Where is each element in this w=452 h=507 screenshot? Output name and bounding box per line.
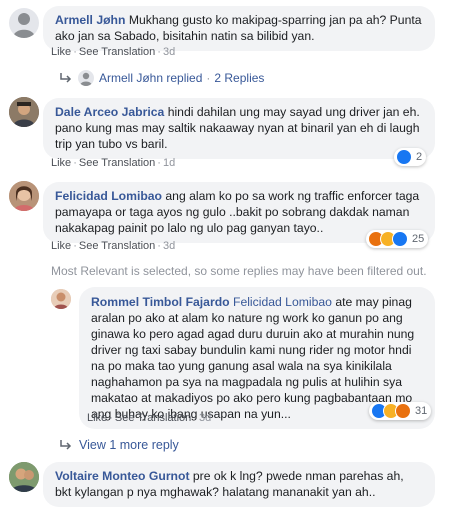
like-link[interactable]: Like xyxy=(87,412,107,424)
avatar-voltaire[interactable] xyxy=(9,462,39,492)
comment-actions: Like · See Translation · 3d xyxy=(51,240,176,252)
timestamp[interactable]: 1d xyxy=(163,157,175,169)
filter-note: Most Relevant is selected, so some repli… xyxy=(51,264,427,278)
profile-photo xyxy=(51,289,71,309)
avatar-armell[interactable] xyxy=(9,8,39,38)
timestamp[interactable]: 3d xyxy=(163,46,175,58)
like-reaction-icon xyxy=(392,231,408,247)
timestamp[interactable]: 3d xyxy=(163,240,175,252)
reply-actions: Like · See Translation · 3d xyxy=(87,412,212,424)
see-translation-link[interactable]: See Translation xyxy=(79,46,155,58)
comment-actions: Like · See Translation · 3d xyxy=(51,46,176,58)
reply-author[interactable]: Rommel Timbol Fajardo xyxy=(91,295,230,309)
comment-bubble: Voltaire Monteo Gurnot pre ok k lng? pwe… xyxy=(43,462,435,507)
see-translation-link[interactable]: See Translation xyxy=(79,240,155,252)
reply-mention[interactable]: Felicidad Lomibao xyxy=(233,295,332,309)
angry-reaction-icon xyxy=(395,403,411,419)
person-icon xyxy=(80,72,92,86)
reply-arrow-icon xyxy=(60,73,72,83)
comment-bubble: Dale Arceo Jabrica hindi dahilan ung may… xyxy=(43,98,435,159)
comment-author[interactable]: Armell Jøhn xyxy=(55,13,125,27)
avatar-armell-small xyxy=(78,70,94,86)
avatar-felicidad[interactable] xyxy=(9,181,39,211)
reaction-count: 31 xyxy=(415,405,428,417)
view-more-label[interactable]: View 1 more reply xyxy=(79,437,179,453)
replies-author[interactable]: Armell Jøhn replied xyxy=(99,70,202,86)
profile-photo xyxy=(9,462,39,492)
reaction-summary[interactable]: 25 xyxy=(366,230,429,248)
avatar-dale[interactable] xyxy=(9,97,39,127)
reply-text: ate may pinag aralan po ako at alam ko n… xyxy=(91,295,415,421)
like-link[interactable]: Like xyxy=(51,240,71,252)
timestamp[interactable]: 3d xyxy=(199,412,211,424)
see-translation-link[interactable]: See Translation xyxy=(115,412,191,424)
reaction-count: 2 xyxy=(416,151,423,163)
replies-count[interactable]: 2 Replies xyxy=(214,70,264,86)
comment-author[interactable]: Dale Arceo Jabrica xyxy=(55,105,164,119)
like-reaction-icon xyxy=(396,149,412,165)
view-more-replies[interactable]: View 1 more reply xyxy=(58,437,179,453)
comment-actions: Like · See Translation · 1d xyxy=(51,157,176,169)
replies-summary[interactable]: Armell Jøhn replied · 2 Replies xyxy=(58,70,264,86)
avatar-rommel[interactable] xyxy=(51,289,71,309)
like-link[interactable]: Like xyxy=(51,46,71,58)
reaction-count: 25 xyxy=(412,233,425,245)
comment-author[interactable]: Voltaire Monteo Gurnot xyxy=(55,469,190,483)
reaction-summary[interactable]: 31 xyxy=(369,402,432,420)
profile-photo xyxy=(9,181,39,211)
profile-photo xyxy=(9,97,39,127)
like-link[interactable]: Like xyxy=(51,157,71,169)
comment-author[interactable]: Felicidad Lomibao xyxy=(55,189,162,203)
reaction-summary[interactable]: 2 xyxy=(394,148,427,166)
person-icon xyxy=(13,13,35,38)
see-translation-link[interactable]: See Translation xyxy=(79,157,155,169)
reply-arrow-icon xyxy=(60,440,72,450)
